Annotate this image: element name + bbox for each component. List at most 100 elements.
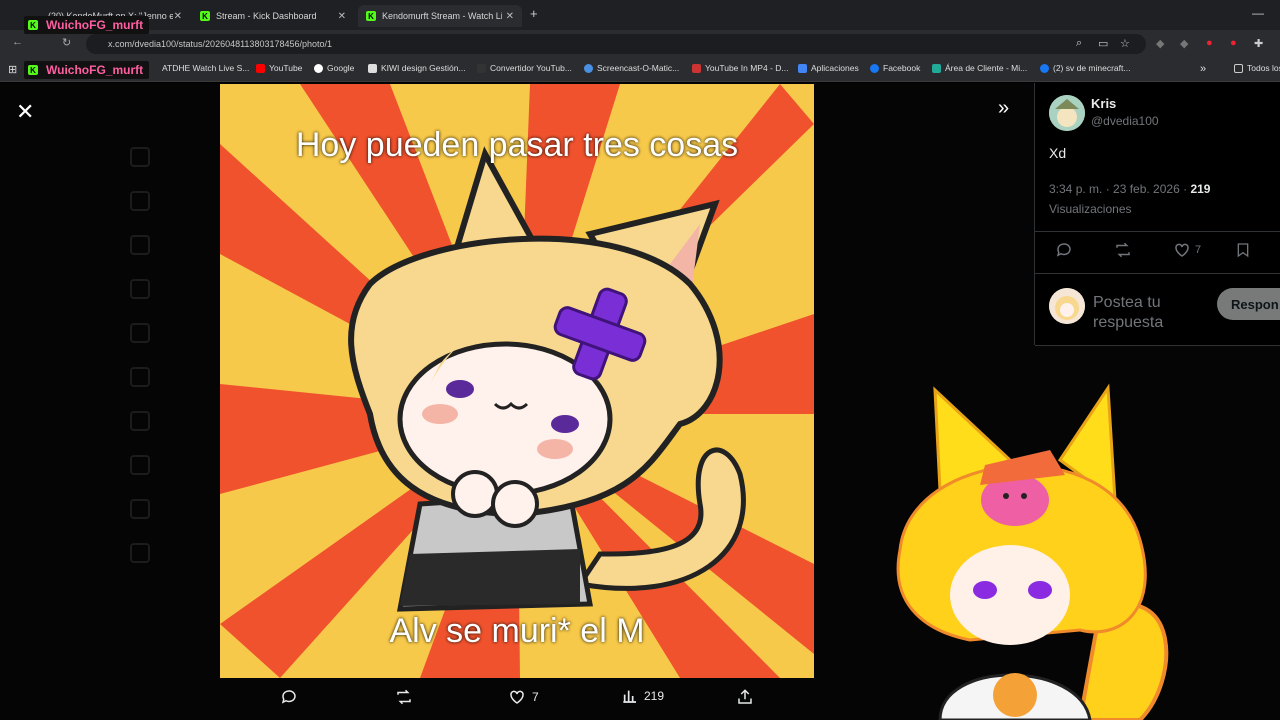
reply-icon[interactable]	[1055, 241, 1073, 259]
dimmed-sidebar	[130, 83, 230, 720]
zoom-icon[interactable]: ⌕	[1076, 37, 1082, 50]
bookmark-item[interactable]: (2) sv de minecraft...	[1040, 63, 1130, 73]
bookmark-item[interactable]: Convertidor YouTub...	[477, 63, 572, 73]
bookmark-star-icon[interactable]: ☆	[1120, 37, 1130, 50]
reply-input[interactable]: Postea tu respuesta	[1093, 293, 1213, 333]
kiwi-icon	[368, 63, 377, 73]
share-icon	[738, 689, 752, 704]
kick-icon: K	[366, 11, 376, 21]
post-view-count: 219	[1190, 182, 1211, 196]
bookmark-item[interactable]: Facebook	[870, 63, 920, 73]
bookmarks-bar: ⊞ ATDHE Watch Live S... YouTube Google K…	[0, 58, 1280, 82]
avatar-image	[1049, 95, 1085, 131]
more-bookmarks-icon[interactable]: »	[1200, 63, 1206, 75]
heart-icon[interactable]	[1173, 241, 1191, 259]
reply-action[interactable]	[280, 688, 304, 706]
like-action[interactable]: 7	[508, 688, 539, 706]
cast-icon[interactable]: ▭	[1098, 37, 1108, 50]
post-photo[interactable]: Hoy pueden pasar tres cosas Alv se muri*…	[220, 84, 814, 678]
client-area-icon	[932, 63, 941, 73]
repost-icon	[397, 689, 411, 705]
bookmark-label: Google	[327, 63, 355, 73]
author-handle[interactable]: @dvedia100	[1091, 114, 1159, 128]
author-name[interactable]: Kris	[1091, 96, 1116, 111]
address-input[interactable]: x.com/dvedia100/status/20260481138031784…	[86, 34, 1146, 54]
current-user-avatar	[1049, 288, 1085, 324]
bookmark-item[interactable]: Aplicaciones	[798, 63, 859, 73]
divider	[1035, 273, 1280, 274]
converter-icon	[477, 63, 486, 73]
bookmark-icon[interactable]	[1235, 241, 1251, 259]
close-viewer-icon[interactable]: ✕	[16, 99, 34, 125]
bookmark-item[interactable]: Google	[314, 63, 354, 73]
bookmark-item[interactable]: Screencast-O-Matic...	[584, 63, 679, 73]
close-tab-icon[interactable]: ✕	[174, 11, 182, 22]
apps-grid-icon[interactable]: ⊞	[8, 63, 17, 76]
facebook-icon	[870, 63, 879, 73]
expand-panel-icon[interactable]: »	[998, 97, 1009, 120]
analytics-icon	[623, 690, 636, 703]
tab-kick-dashboard[interactable]: K Stream - Kick Dashboard ✕	[192, 5, 354, 27]
url-text: x.com/dvedia100/status/20260481138031784…	[108, 39, 333, 49]
close-tab-icon[interactable]: ✕	[338, 11, 346, 22]
extension-icon[interactable]: ◆	[1180, 37, 1188, 50]
browser-tab-bar: (20) KendoMurft en X: "Jenno e ✕ K Strea…	[0, 0, 1280, 30]
extension-icon[interactable]: ●	[1206, 37, 1213, 49]
post-action-row: 7	[1049, 241, 1279, 261]
reply-button[interactable]: Respon	[1217, 288, 1280, 320]
address-toolbar: ← ↻ x.com/dvedia100/status/2026048113803…	[0, 30, 1280, 58]
tab-kick-stream[interactable]: K Kendomurft Stream - Watch Liv ✕	[358, 5, 522, 27]
views-action[interactable]: 219	[622, 688, 664, 704]
new-tab-icon[interactable]: +	[530, 6, 538, 21]
post-timestamp[interactable]: 3:34 p. m. · 23 feb. 2026 ·	[1049, 182, 1187, 196]
stream-overlay-name: K WuichoFG_murft	[24, 61, 150, 79]
back-icon[interactable]: ←	[12, 36, 23, 48]
avatar-image	[1049, 288, 1085, 324]
repost-icon[interactable]	[1113, 241, 1133, 259]
bookmark-item[interactable]: YouTube In MP4 - D...	[692, 63, 788, 73]
divider	[1035, 345, 1280, 346]
stream-overlay-name: K WuichoFG_murft	[24, 16, 150, 34]
bookmark-label: Screencast-O-Matic...	[597, 63, 680, 73]
youtube-icon	[256, 63, 265, 73]
bookmark-item[interactable]: ATDHE Watch Live S...	[162, 63, 249, 73]
bookmark-item[interactable]: KIWI design Gestión...	[368, 63, 466, 73]
minimize-icon[interactable]: —	[1252, 6, 1264, 20]
kick-icon: K	[200, 11, 210, 21]
extension-icon[interactable]: ◆	[1156, 37, 1164, 50]
kick-icon: K	[28, 65, 38, 75]
extension-icon[interactable]: ●	[1230, 37, 1237, 49]
bookmark-label: (2) sv de minecraft...	[1053, 63, 1131, 73]
meme-top-caption: Hoy pueden pasar tres cosas	[295, 126, 739, 164]
post-meta: 3:34 p. m. · 23 feb. 2026 · 219 Visualiz…	[1049, 179, 1269, 219]
reload-icon[interactable]: ↻	[62, 36, 71, 49]
screencast-icon	[584, 63, 593, 73]
overlay-name-text: WuichoFG_murft	[46, 18, 144, 32]
bookmark-label: ATDHE Watch Live S...	[162, 63, 250, 73]
bookmark-label: Área de Cliente - Mi...	[945, 63, 1028, 73]
share-action[interactable]	[736, 688, 760, 706]
youtube-mp4-icon	[692, 63, 701, 73]
heart-icon	[510, 690, 524, 704]
repost-action[interactable]	[394, 688, 420, 706]
tab-label: Kendomurft Stream - Watch Liv	[382, 11, 502, 21]
overlay-name-text: WuichoFG_murft	[46, 63, 144, 77]
bookmark-item[interactable]: Área de Cliente - Mi...	[932, 63, 1027, 73]
bookmark-label: YouTube	[269, 63, 303, 73]
close-tab-icon[interactable]: ✕	[506, 11, 514, 22]
bookmark-label: Convertidor YouTub...	[490, 63, 572, 73]
views-label: Visualizaciones	[1049, 202, 1132, 216]
divider	[1035, 231, 1280, 232]
kick-icon: K	[28, 20, 38, 30]
vtuber-avatar-overlay	[896, 383, 1169, 720]
like-count: 7	[1195, 244, 1202, 256]
extensions-puzzle-icon[interactable]: ✚	[1254, 37, 1263, 50]
bookmark-label: KIWI design Gestión...	[381, 63, 466, 73]
reply-icon	[281, 690, 296, 704]
author-avatar[interactable]	[1049, 95, 1085, 131]
bookmark-label: Aplicaciones	[811, 63, 859, 73]
tab-label: Stream - Kick Dashboard	[216, 11, 317, 21]
bookmark-folder[interactable]: Todos los	[1234, 63, 1280, 73]
bookmark-label: Facebook	[883, 63, 921, 73]
bookmark-item[interactable]: YouTube	[256, 63, 302, 73]
